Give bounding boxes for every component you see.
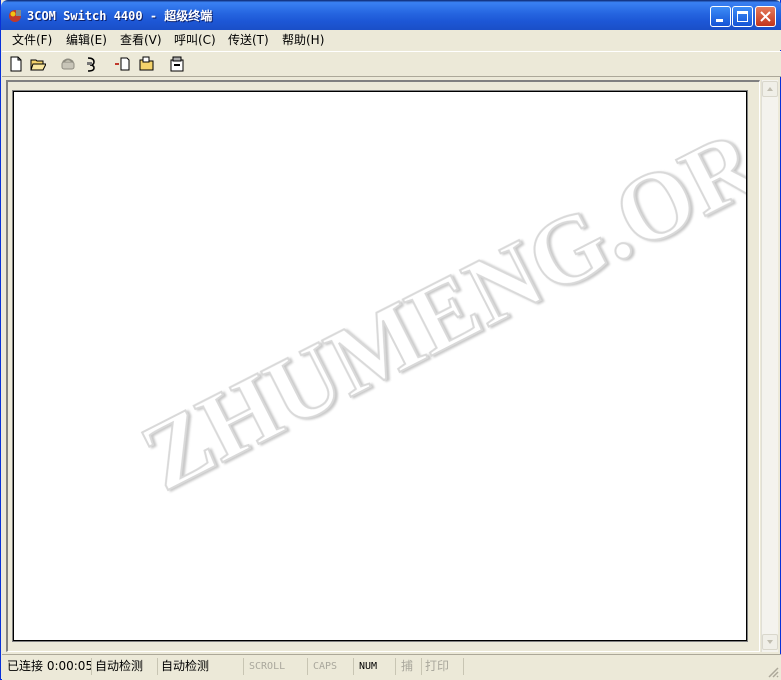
scroll-down-button[interactable]: [762, 634, 778, 650]
maximize-button[interactable]: [732, 6, 753, 27]
status-connection: 已连接 0:00:05: [4, 658, 92, 675]
send-icon: [115, 57, 130, 71]
status-bar: 已连接 0:00:05 自动检测 自动检测 SCROLL CAPS NUM 捕 …: [2, 654, 781, 680]
menu-help[interactable]: 帮助(H): [280, 32, 326, 48]
menu-bar: 文件(F) 编辑(E) 查看(V) 呼叫(C) 传送(T) 帮助(H): [2, 30, 781, 50]
menu-call[interactable]: 呼叫(C): [172, 32, 218, 48]
menu-view[interactable]: 查看(V): [118, 32, 164, 48]
close-button[interactable]: [755, 6, 776, 27]
menu-transfer[interactable]: 传送(T): [226, 32, 271, 48]
watermark: ZHUMENG.ORG: [124, 92, 747, 512]
status-num: NUM: [356, 658, 396, 675]
status-capture: 捕: [398, 658, 422, 675]
resize-grip-icon[interactable]: [767, 666, 779, 678]
properties-button[interactable]: [168, 55, 186, 73]
title-bar[interactable]: 3COM Switch 4400 - 超级终端: [1, 0, 781, 30]
open-button[interactable]: [29, 55, 47, 73]
status-detect-2: 自动检测: [158, 658, 244, 675]
window-title: 3COM Switch 4400 - 超级终端: [27, 9, 213, 23]
toolbar: [2, 51, 781, 77]
watermark-text: ZHUMENG.ORG: [125, 92, 747, 511]
properties-icon: [170, 56, 184, 72]
status-caps: CAPS: [310, 658, 354, 675]
receive-button[interactable]: [138, 55, 156, 73]
call-icon: [61, 58, 75, 70]
scroll-up-icon: [767, 87, 773, 91]
receive-icon: [139, 56, 154, 71]
open-icon: [30, 59, 46, 71]
call-button[interactable]: [59, 55, 77, 73]
status-print: 打印: [422, 658, 464, 675]
hyperterminal-icon: [9, 10, 21, 22]
terminal-screen[interactable]: ZHUMENG.ORG: [13, 91, 747, 641]
vertical-scrollbar[interactable]: [761, 80, 778, 652]
new-connection-icon: [10, 56, 22, 72]
minimize-button[interactable]: [710, 6, 731, 27]
maximize-icon: [737, 11, 748, 22]
send-button[interactable]: [114, 55, 132, 73]
minimize-icon: [716, 19, 723, 22]
app-window: 3COM Switch 4400 - 超级终端 文件(F) 编辑(E) 查看(V…: [0, 0, 781, 680]
status-detect-1: 自动检测: [92, 658, 158, 675]
disconnect-button[interactable]: [83, 55, 101, 73]
close-icon: [760, 11, 771, 22]
status-scroll: SCROLL: [246, 658, 308, 675]
scroll-up-button[interactable]: [762, 81, 778, 97]
menu-file[interactable]: 文件(F): [10, 32, 54, 48]
new-connection-button[interactable]: [7, 55, 25, 73]
disconnect-icon: [87, 57, 95, 72]
menu-edit[interactable]: 编辑(E): [64, 32, 109, 48]
scroll-down-icon: [767, 640, 773, 644]
